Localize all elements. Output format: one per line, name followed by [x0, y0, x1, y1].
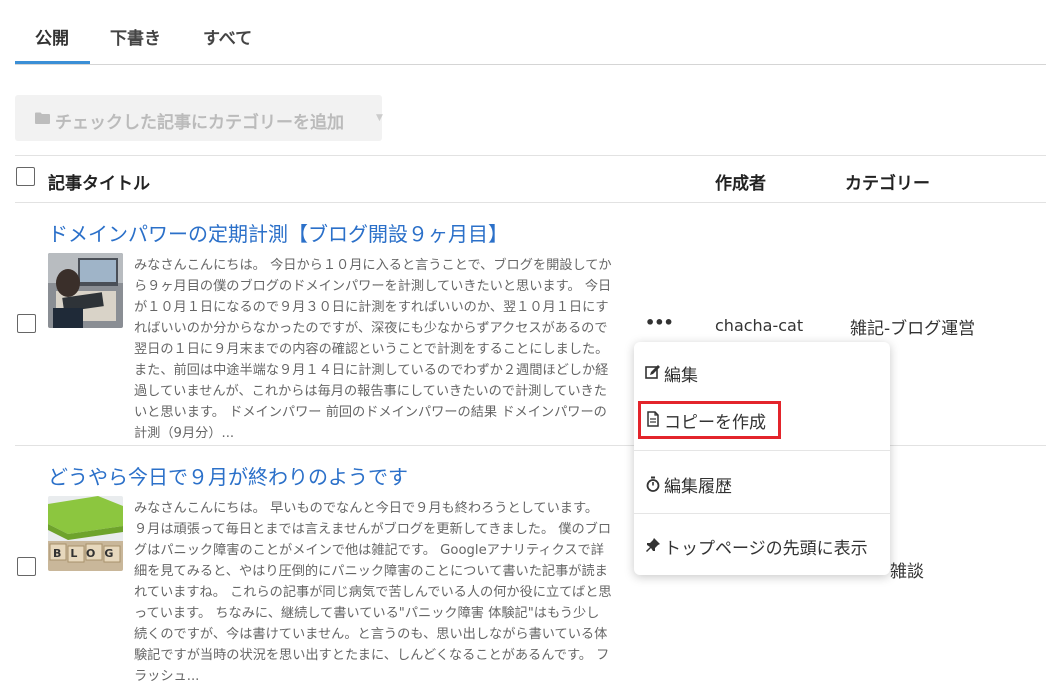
divider — [15, 202, 1046, 203]
post-title-link[interactable]: どうやら今日で９月が終わりのようです — [48, 461, 408, 490]
tab-published[interactable]: 公開 — [35, 24, 69, 49]
post-excerpt: みなさんこんにちは。 早いものでなんと今日で９月も終わろうとしています。 ９月は… — [134, 501, 612, 684]
column-header-category: カテゴリー — [845, 174, 930, 194]
row-checkbox[interactable] — [17, 314, 36, 333]
add-category-button[interactable]: チェックした記事にカテゴリーを追加 ▼ — [15, 95, 383, 141]
menu-item-edit-label: 編集 — [664, 366, 698, 386]
column-header-author: 作成者 — [715, 174, 766, 194]
stopwatch-icon — [646, 476, 660, 492]
tab-drafts[interactable]: 下書き — [110, 24, 161, 49]
menu-divider — [634, 513, 890, 514]
divider — [15, 445, 634, 446]
pin-icon — [646, 538, 660, 552]
divider — [15, 155, 1046, 156]
status-tabs: 公開 下書き すべて — [15, 0, 1046, 65]
more-options-button[interactable]: ••• — [645, 313, 674, 332]
caret-down-icon: ▼ — [376, 113, 383, 123]
post-author: chacha-cat — [715, 316, 804, 335]
add-category-label: チェックした記事にカテゴリーを追加 — [55, 113, 344, 133]
post-actions-menu: 編集 コピーを作成 編集履歴 トップページの先頭に表示 — [634, 342, 890, 575]
active-tab-indicator — [15, 61, 90, 64]
tab-all[interactable]: すべて — [203, 24, 252, 49]
menu-item-pin-top-label: トップページの先頭に表示 — [664, 539, 868, 559]
thumbnail-blog-text: BLOG — [53, 547, 122, 560]
post-category: 雑談 — [890, 562, 924, 582]
select-all-checkbox[interactable] — [16, 167, 35, 186]
post-excerpt: みなさんこんにちは。 今日から１０月に入ると言うことで、ブログを開設してから９ヶ… — [134, 258, 612, 441]
edit-icon — [645, 365, 660, 379]
document-icon — [647, 411, 659, 427]
folder-icon — [35, 112, 50, 124]
menu-item-copy-label: コピーを作成 — [664, 413, 766, 433]
post-thumbnail: BLOG — [48, 496, 123, 571]
column-header-title: 記事タイトル — [48, 174, 150, 194]
menu-divider — [634, 450, 890, 451]
post-title-link[interactable]: ドメインパワーの定期計測【ブログ開設９ヶ月目】 — [48, 218, 508, 247]
post-category: 雑記-ブログ運営 — [850, 319, 976, 339]
divider — [890, 445, 1046, 446]
menu-item-history-label: 編集履歴 — [664, 477, 732, 497]
post-thumbnail — [48, 253, 123, 328]
row-checkbox[interactable] — [17, 557, 36, 576]
